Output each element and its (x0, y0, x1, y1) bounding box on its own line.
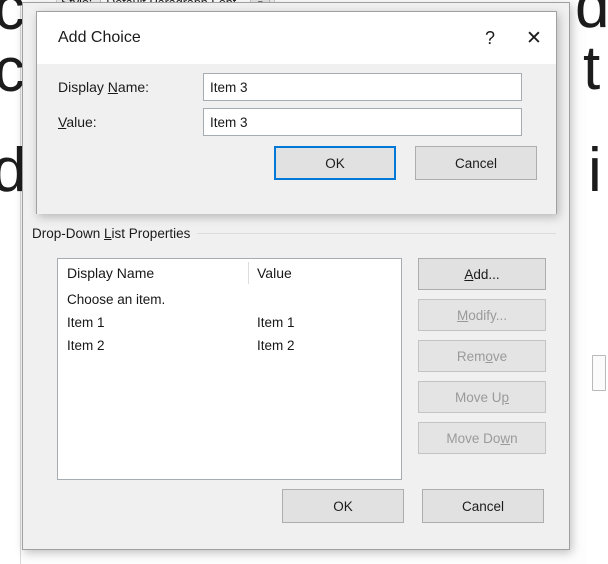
document-glyph: d (575, 0, 608, 41)
display-name-label: Display Name: (58, 79, 150, 95)
content-control-dialog-footer: OK Cancel (23, 489, 569, 523)
display-name-field-value: Item 3 (210, 79, 248, 95)
add-choice-footer: OK Cancel (274, 146, 537, 180)
listbox-header-row: Display Name Value (58, 259, 401, 288)
move-up-button: Move Up (418, 381, 546, 413)
modify-button: Modify... (418, 299, 546, 331)
document-side-control[interactable] (592, 355, 606, 391)
column-header-value[interactable]: Value (248, 265, 401, 281)
add-button-label: Add... (464, 266, 500, 282)
document-glyph: i (588, 136, 602, 205)
column-header-display-name[interactable]: Display Name (58, 265, 248, 281)
listbox-rows: Choose an item. Item 1 Item 1 Item 2 Item 2 (58, 288, 401, 357)
display-name-row: Display Name: Item 3 (37, 73, 556, 101)
row-value: Item 1 (257, 315, 295, 330)
group-title: Drop-Down List Properties (32, 225, 198, 242)
add-choice-cancel-button[interactable]: Cancel (415, 146, 537, 180)
ok-button[interactable]: OK (282, 489, 404, 523)
column-separator (248, 262, 249, 284)
choices-listbox[interactable]: Display Name Value Choose an item. Item 1… (57, 258, 402, 480)
move-down-button-label: Move Down (446, 430, 518, 446)
drop-down-list-properties-group: Drop-Down List Properties Display Name V… (32, 225, 556, 487)
value-label: Value: (58, 114, 97, 130)
listbox-row[interactable]: Item 2 Item 2 (58, 334, 401, 357)
ok-button-label: OK (333, 498, 353, 514)
remove-button-label: Remove (456, 348, 508, 364)
row-display-name: Item 2 (67, 338, 105, 353)
row-display-name: Item 1 (67, 315, 105, 330)
row-display-name: Choose an item. (67, 292, 166, 307)
cancel-button-label: Cancel (461, 498, 505, 514)
add-choice-dialog: Add Choice ? ✕ Display Name: Item 3 Valu… (36, 11, 557, 214)
move-down-button: Move Down (418, 422, 546, 454)
document-glyph: t (583, 34, 601, 103)
value-field[interactable]: Item 3 (203, 108, 522, 136)
listbox-row[interactable]: Item 1 Item 1 (58, 311, 401, 334)
listbox-row[interactable]: Choose an item. (58, 288, 401, 311)
add-button[interactable]: Add... (418, 258, 546, 290)
add-choice-titlebar[interactable]: Add Choice ? ✕ (37, 12, 556, 64)
add-choice-cancel-label: Cancel (454, 155, 498, 171)
cancel-button[interactable]: Cancel (422, 489, 544, 523)
remove-button: Remove (418, 340, 546, 372)
add-choice-ok-label: OK (325, 155, 345, 171)
value-row: Value: Item 3 (37, 108, 556, 136)
add-choice-ok-button[interactable]: OK (274, 146, 396, 180)
value-field-value: Item 3 (210, 114, 248, 130)
display-name-field[interactable]: Item 3 (203, 73, 522, 101)
add-choice-title: Add Choice (58, 29, 141, 46)
help-icon[interactable]: ? (468, 18, 512, 58)
close-icon[interactable]: ✕ (512, 18, 556, 58)
list-action-buttons: Add... Modify... Remove Move Up Move Down (418, 258, 546, 454)
row-value: Item 2 (257, 338, 295, 353)
add-choice-body: Display Name: Item 3 Value: Item 3 OK Ca… (37, 64, 556, 214)
modify-button-label: Modify... (456, 307, 508, 323)
move-up-button-label: Move Up (454, 389, 510, 405)
